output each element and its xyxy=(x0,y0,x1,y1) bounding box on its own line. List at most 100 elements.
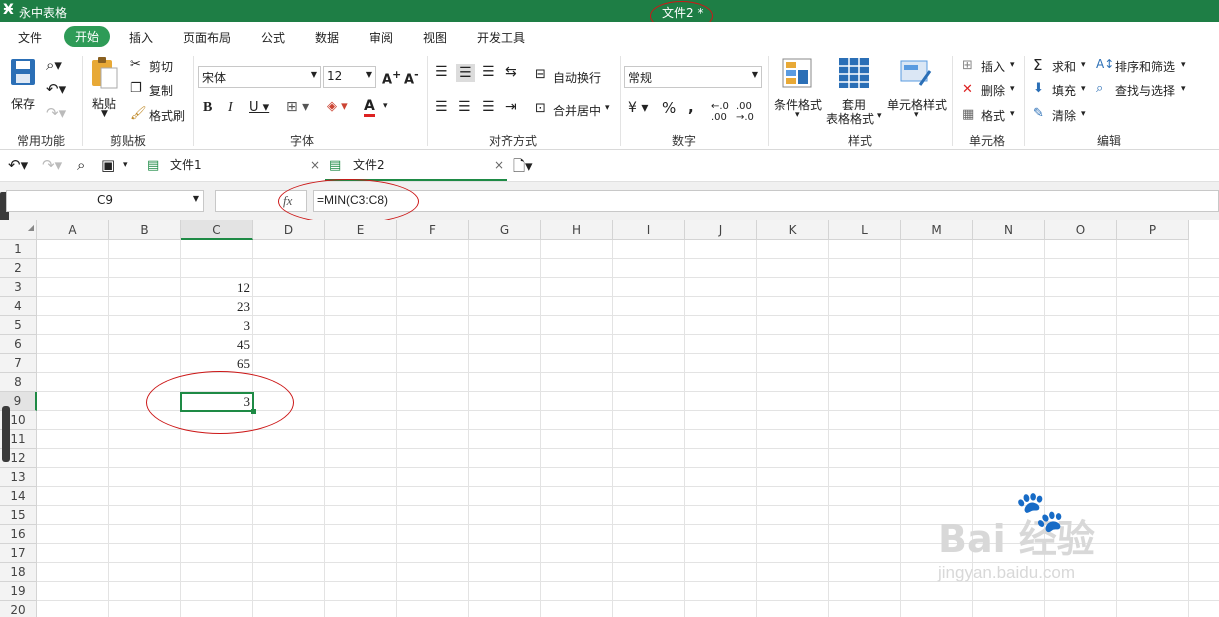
row-header-2[interactable]: 2 xyxy=(0,259,37,278)
format-dropdown-icon[interactable]: ▾ xyxy=(1010,109,1015,119)
row-header-18[interactable]: 18 xyxy=(0,563,37,582)
currency-icon[interactable]: ¥ ▾ xyxy=(628,100,648,116)
cell-c4[interactable]: 23 xyxy=(181,297,253,316)
table-format-icon[interactable] xyxy=(838,57,870,89)
menu-page-layout[interactable]: 页面布局 xyxy=(183,29,231,46)
merge-icon[interactable]: ⊡ xyxy=(535,101,546,116)
row-header-20[interactable]: 20 xyxy=(0,601,37,617)
column-header-f[interactable]: F xyxy=(397,220,469,240)
column-header-k[interactable]: K xyxy=(757,220,829,240)
insert-dropdown-icon[interactable]: ▾ xyxy=(1010,60,1015,70)
font-color-icon[interactable]: A xyxy=(364,98,375,117)
font-color-dropdown-icon[interactable]: ▾ xyxy=(383,101,388,111)
wrap-text-icon[interactable]: ⊟ xyxy=(535,67,546,82)
delete-dropdown-icon[interactable]: ▾ xyxy=(1010,84,1015,94)
column-header-c[interactable]: C xyxy=(181,220,253,240)
menu-file[interactable]: 文件 xyxy=(18,29,42,46)
row-header-6[interactable]: 6 xyxy=(0,335,37,354)
column-header-g[interactable]: G xyxy=(469,220,541,240)
cut-icon[interactable]: ✂ xyxy=(130,57,141,72)
column-header-i[interactable]: I xyxy=(613,220,685,240)
cell-c6[interactable]: 45 xyxy=(181,335,253,354)
column-header-p[interactable]: P xyxy=(1117,220,1189,240)
save-icon[interactable] xyxy=(9,57,37,87)
underline-icon[interactable]: U ▾ xyxy=(249,100,269,115)
find-select-icon[interactable]: ⌕ xyxy=(1096,81,1103,96)
percent-icon[interactable]: % xyxy=(662,99,676,117)
fill-color-icon[interactable]: ◈ ▾ xyxy=(327,99,348,114)
font-name-select[interactable]: 宋体 ▼ xyxy=(198,66,321,88)
column-header-l[interactable]: L xyxy=(829,220,901,240)
clear-button[interactable]: 清除 xyxy=(1052,107,1076,124)
menu-formulas[interactable]: 公式 xyxy=(261,29,285,46)
row-header-4[interactable]: 4 xyxy=(0,297,37,316)
column-header-b[interactable]: B xyxy=(109,220,181,240)
delete-cell-button[interactable]: 删除 xyxy=(981,82,1005,99)
column-header-d[interactable]: D xyxy=(253,220,325,240)
name-box[interactable]: C9 ▼ xyxy=(6,190,204,212)
paste-icon[interactable] xyxy=(89,56,119,90)
increase-decimal-icon[interactable]: ←.0.00 xyxy=(711,101,729,123)
find-select-button[interactable]: 查找与选择 xyxy=(1115,82,1175,99)
cell-c5[interactable]: 3 xyxy=(181,316,253,335)
format-cell-icon[interactable]: ▦ xyxy=(962,107,974,122)
sum-icon[interactable]: Σ xyxy=(1033,56,1042,74)
sum-dropdown-icon[interactable]: ▾ xyxy=(1081,60,1086,70)
sum-button[interactable]: 求和 xyxy=(1052,58,1076,75)
tab-file2[interactable]: ▤ 文件2 × xyxy=(325,150,507,181)
column-header-h[interactable]: H xyxy=(541,220,613,240)
sort-filter-dropdown-icon[interactable]: ▾ xyxy=(1181,60,1186,70)
bold-icon[interactable]: B xyxy=(203,100,212,116)
close-icon[interactable]: × xyxy=(310,150,320,181)
column-header-m[interactable]: M xyxy=(901,220,973,240)
merge-dropdown-icon[interactable]: ▾ xyxy=(605,103,610,113)
shrink-font-icon[interactable]: A- xyxy=(404,68,419,87)
copy-icon[interactable]: ❐ xyxy=(130,81,142,96)
paste-dropdown-icon[interactable]: ▼ xyxy=(101,109,108,119)
column-header-a[interactable]: A xyxy=(37,220,109,240)
italic-icon[interactable]: I xyxy=(228,100,233,116)
conditional-format-dropdown-icon[interactable]: ▾ xyxy=(795,110,800,120)
tab-file1[interactable]: ▤ 文件1 × xyxy=(143,150,323,181)
align-right-icon[interactable]: ☰ xyxy=(482,99,495,115)
wrap-icon[interactable]: ⇆ xyxy=(505,64,517,80)
new-document-icon[interactable]: 🗋▾ xyxy=(513,156,533,181)
conditional-format-icon[interactable] xyxy=(782,58,812,88)
fill-icon[interactable]: ⬇ xyxy=(1033,81,1044,96)
border-icon[interactable]: ⊞ ▾ xyxy=(286,99,309,115)
row-header-17[interactable]: 17 xyxy=(0,544,37,563)
align-top-icon[interactable]: ☰ xyxy=(435,64,448,80)
redo-icon[interactable]: ↷▾ xyxy=(42,156,62,174)
format-painter-button[interactable]: 格式刷 xyxy=(149,107,185,124)
wrap-text-button[interactable]: 自动换行 xyxy=(553,69,601,86)
insert-cell-button[interactable]: 插入 xyxy=(981,58,1005,75)
formula-input[interactable]: =MIN(C3:C8) xyxy=(313,190,1219,212)
menu-home[interactable]: 开始 xyxy=(64,26,111,47)
copy-button[interactable]: 复制 xyxy=(149,82,173,99)
sort-filter-icon[interactable]: A↕ xyxy=(1096,57,1114,71)
sort-filter-button[interactable]: 排序和筛选 xyxy=(1115,58,1175,75)
row-header-15[interactable]: 15 xyxy=(0,506,37,525)
select-all-corner[interactable]: ◢ xyxy=(0,220,37,240)
row-header-7[interactable]: 7 xyxy=(0,354,37,373)
menu-data[interactable]: 数据 xyxy=(315,29,339,46)
align-middle-icon[interactable]: ☰ xyxy=(456,64,475,82)
table-format-dropdown-icon[interactable]: ▾ xyxy=(877,111,882,121)
insert-cell-icon[interactable]: ⊞ xyxy=(962,58,973,73)
comma-icon[interactable]: , xyxy=(688,98,694,116)
align-center-icon[interactable]: ☰ xyxy=(458,99,471,115)
align-left-icon[interactable]: ☰ xyxy=(435,99,448,115)
save-button[interactable]: 保存 xyxy=(11,95,35,112)
print-preview-icon[interactable]: ⌕ xyxy=(77,156,85,174)
row-header-3[interactable]: 3 xyxy=(0,278,37,297)
save-icon[interactable]: ▣ xyxy=(101,156,115,174)
fill-dropdown-icon[interactable]: ▾ xyxy=(1081,84,1086,94)
clear-dropdown-icon[interactable]: ▾ xyxy=(1081,109,1086,119)
table-format-button-line2[interactable]: 表格格式 xyxy=(826,110,874,127)
number-format-select[interactable]: 常规 ▼ xyxy=(624,66,762,88)
menu-review[interactable]: 审阅 xyxy=(369,29,393,46)
merge-center-button[interactable]: 合并居中 xyxy=(553,102,601,119)
close-icon[interactable]: × xyxy=(494,150,504,181)
grow-font-icon[interactable]: A+ xyxy=(382,68,401,87)
menu-developer[interactable]: 开发工具 xyxy=(477,29,525,46)
